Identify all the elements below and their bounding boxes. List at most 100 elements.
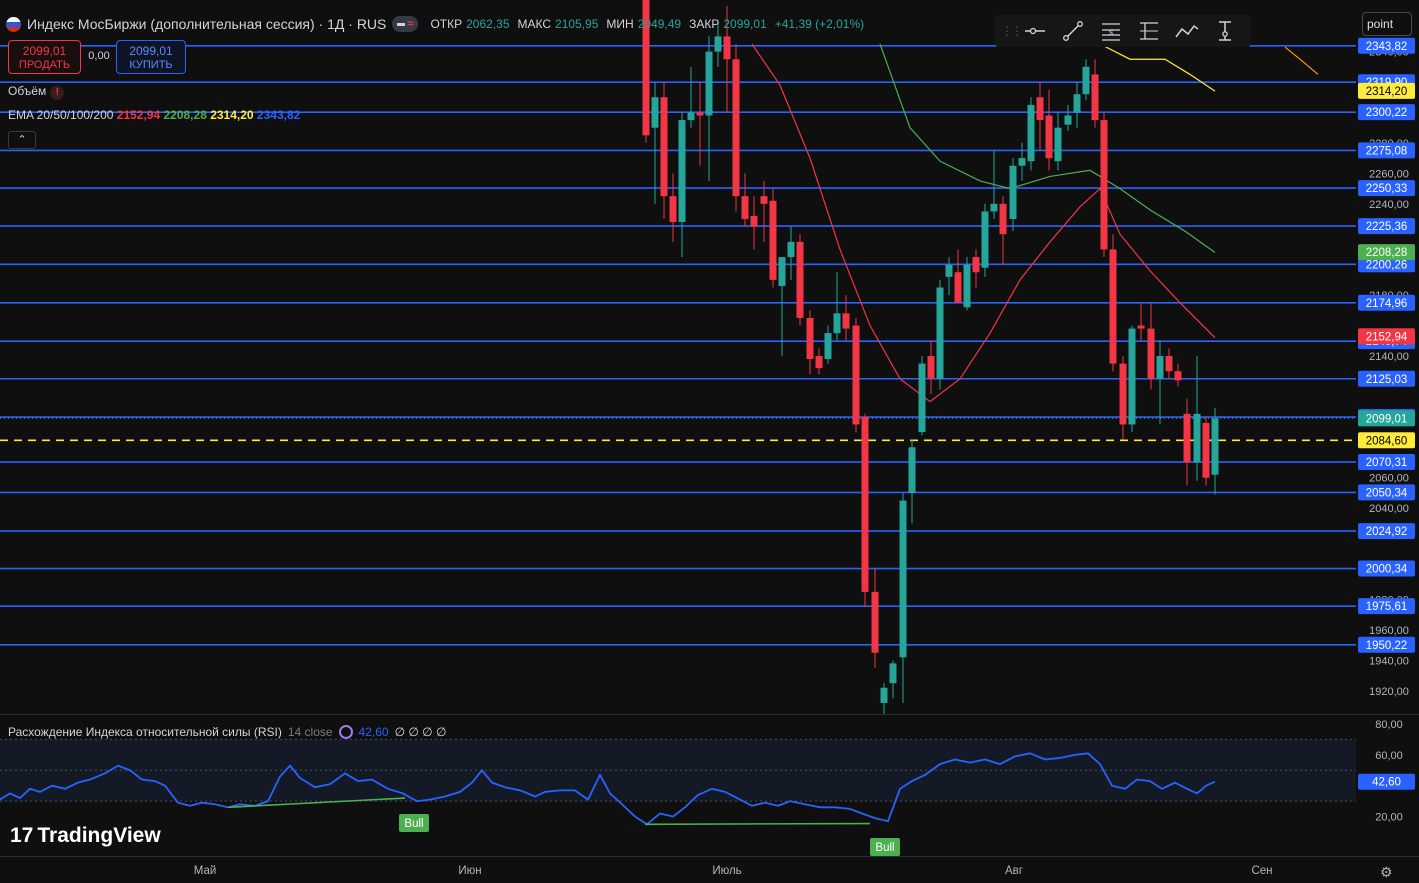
candle-body: [806, 317, 814, 360]
price-badge[interactable]: 2000,34: [1358, 560, 1415, 577]
candle-body: [899, 500, 907, 658]
badge-label: 2314,20: [1366, 86, 1408, 98]
wave-icon: ≈: [407, 18, 414, 30]
candle-body: [936, 287, 944, 379]
candle[interactable]: [861, 413, 869, 608]
sell-label: ПРОДАТЬ: [18, 59, 71, 71]
candle-body: [824, 333, 832, 360]
price-badge[interactable]: 2024,92: [1358, 523, 1415, 540]
buy-price: 2099,01: [129, 44, 173, 58]
symbol-header: Индекс МосБиржи (дополнительная сессия) …: [6, 14, 868, 34]
price-chart[interactable]: 1920,001940,001960,001980,002040,002060,…: [0, 0, 1419, 883]
candle-body: [861, 416, 869, 592]
point-input[interactable]: point: [1362, 12, 1412, 36]
price-badge[interactable]: 2314,20: [1358, 82, 1415, 99]
time-tick-label: Сен: [1251, 865, 1272, 877]
russia-flag-icon: [6, 16, 21, 32]
candle-body: [1211, 418, 1219, 475]
sell-button[interactable]: 2099,01 ПРОДАТЬ: [8, 40, 81, 74]
price-badge[interactable]: 2300,22: [1358, 104, 1415, 121]
volume-legend[interactable]: Объём!: [8, 84, 65, 100]
candle-body: [1202, 422, 1210, 478]
candle[interactable]: [963, 257, 971, 311]
candle[interactable]: [1109, 234, 1117, 372]
price-badge[interactable]: 2125,03: [1358, 370, 1415, 387]
badge-label: 2250,33: [1366, 183, 1408, 195]
bull-label-text: Bull: [875, 842, 894, 854]
badge-label: 2343,82: [1366, 41, 1408, 53]
candle[interactable]: [1128, 325, 1136, 433]
rsi-value-badge[interactable]: 42,60: [1358, 773, 1415, 790]
candle-body: [1036, 97, 1044, 121]
candle-body: [778, 257, 786, 286]
trend-line-icon[interactable]: [1055, 17, 1091, 45]
price-badge[interactable]: 2208,28: [1358, 244, 1415, 261]
price-badge[interactable]: 2343,82: [1358, 37, 1415, 54]
badge-label: 2208,28: [1366, 247, 1408, 259]
drag-handle-icon[interactable]: ⋮⋮: [1001, 24, 1023, 38]
candle-body: [963, 264, 971, 308]
candle[interactable]: [936, 279, 944, 390]
tradingview-logo[interactable]: 17 TradingView: [10, 824, 161, 848]
ohlc-value: 2105,95: [555, 17, 599, 31]
symbol-title[interactable]: Индекс МосБиржи (дополнительная сессия) …: [27, 16, 386, 32]
badge-label: 2084,60: [1366, 435, 1408, 447]
gear-icon[interactable]: ⚙: [1380, 864, 1393, 881]
candle[interactable]: [852, 317, 860, 433]
badge-label: 2024,92: [1366, 526, 1408, 538]
price-badge[interactable]: 2070,31: [1358, 454, 1415, 471]
candle-body: [1128, 328, 1136, 425]
price-badge[interactable]: 2084,60: [1358, 432, 1415, 449]
collapse-legend-button[interactable]: ⌃: [8, 131, 36, 149]
candle-body: [1018, 158, 1026, 166]
price-tick-label: 1960,00: [1369, 625, 1409, 637]
measure-icon[interactable]: [1207, 17, 1243, 45]
candle[interactable]: [1100, 112, 1108, 258]
candle[interactable]: [918, 355, 926, 436]
candle-body: [732, 59, 740, 197]
candle-body: [1119, 363, 1127, 425]
price-badge[interactable]: 1950,22: [1358, 636, 1415, 653]
price-badge[interactable]: 2250,33: [1358, 180, 1415, 197]
badge-label: 2050,34: [1366, 487, 1408, 499]
bull-label[interactable]: Bull: [399, 814, 429, 832]
candle[interactable]: [732, 44, 740, 212]
rsi-legend[interactable]: Расхождение Индекса относительной силы (…: [8, 725, 446, 739]
price-badge[interactable]: 2225,36: [1358, 218, 1415, 235]
time-tick-label: Авг: [1005, 865, 1023, 877]
badge-label: 2152,94: [1366, 331, 1408, 343]
price-range-icon[interactable]: [1131, 17, 1167, 45]
price-tick-label: 1940,00: [1369, 655, 1409, 667]
ohlc-key: ЗАКР: [689, 17, 720, 31]
tv-logo-icon: 17: [10, 824, 34, 847]
price-badge[interactable]: 2275,08: [1358, 142, 1415, 159]
ema-legend[interactable]: EMA 20/50/100/200 2152,94 2208,28 2314,2…: [8, 108, 300, 122]
horizontal-ray-icon[interactable]: [1017, 17, 1053, 45]
time-tick-label: Июль: [712, 865, 741, 877]
warning-icon[interactable]: !: [50, 86, 65, 100]
market-status-pill[interactable]: ≈: [392, 16, 419, 32]
buy-button[interactable]: 2099,01 КУПИТЬ: [116, 40, 186, 74]
fib-retracement-icon[interactable]: $: [1093, 17, 1129, 45]
candle-body: [889, 663, 897, 684]
price-badge[interactable]: 2050,34: [1358, 484, 1415, 501]
price-badge[interactable]: 2174,96: [1358, 294, 1415, 311]
ohlc-key: МАКС: [517, 17, 552, 31]
bull-label[interactable]: Bull: [870, 838, 900, 856]
candle[interactable]: [769, 188, 777, 288]
candle[interactable]: [796, 234, 804, 326]
candle[interactable]: [981, 203, 989, 277]
price-badge[interactable]: 1975,61: [1358, 598, 1415, 615]
candle-body: [1045, 115, 1053, 159]
price-tick-label: 2260,00: [1369, 168, 1409, 180]
candle-body: [852, 325, 860, 425]
candle-body: [769, 200, 777, 280]
price-badge[interactable]: 2152,94: [1358, 328, 1415, 345]
path-icon[interactable]: [1169, 17, 1205, 45]
candle[interactable]: [1202, 416, 1210, 486]
ohlc-value: 2062,35: [466, 17, 510, 31]
divergence-line[interactable]: [644, 822, 871, 826]
candle[interactable]: [1027, 97, 1035, 171]
rsi-value: 42,60: [358, 725, 389, 739]
price-badge[interactable]: 2099,01: [1358, 410, 1415, 427]
